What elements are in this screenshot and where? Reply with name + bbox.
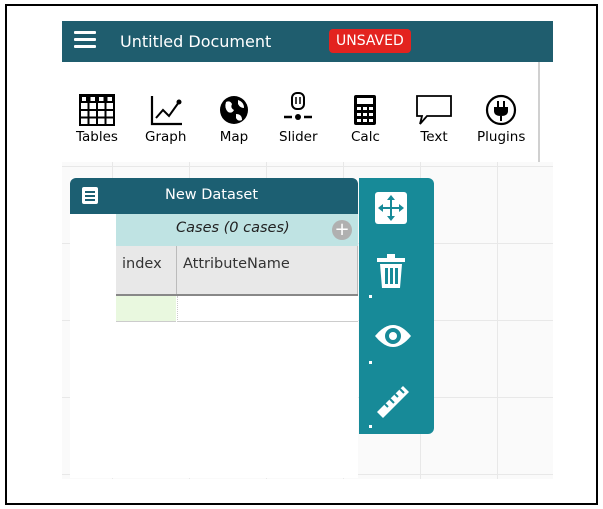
collection-header: Cases (0 cases) + [116,214,358,246]
graph-label: Graph [145,129,187,145]
plugins-button[interactable]: Plugins [477,88,525,145]
hide-show-button[interactable] [359,306,434,368]
add-attribute-icon[interactable]: + [332,220,352,240]
tool-shelf: Tables Graph Map Slider Calc Text Plugin… [62,62,553,162]
case-table-titlebar[interactable]: New Dataset [70,178,358,214]
table-icon [76,88,118,126]
document-title[interactable]: Untitled Document [120,32,271,51]
menu-corner-indicator [369,361,372,364]
eye-icon [375,325,411,347]
slider-button[interactable]: Slider [279,88,318,145]
speech-bubble-icon [415,88,453,126]
case-table[interactable]: New Dataset Cases (0 cases) + index Attr… [70,178,358,478]
plugins-label: Plugins [477,129,526,145]
tables-label: Tables [76,129,118,145]
column-header-attribute[interactable]: AttributeName [177,246,358,294]
globe-icon [218,88,250,126]
graph-icon [145,88,186,126]
attribute-cell[interactable] [177,296,358,322]
map-label: Map [219,129,249,145]
index-cell [116,296,176,322]
menu-corner-indicator [369,425,372,428]
ruler-button[interactable] [359,370,434,432]
trash-icon [377,254,405,288]
inspector-panel [359,178,434,434]
column-header-index[interactable]: index [116,246,177,294]
text-button[interactable]: Text [415,88,453,145]
map-button[interactable]: Map [218,88,250,145]
slider-icon [279,88,318,126]
calc-button[interactable]: Calc [351,88,380,145]
app-titlebar: Untitled Document UNSAVED [62,21,553,62]
text-label: Text [420,129,448,145]
tables-button[interactable]: Tables [76,88,118,145]
calculator-icon [351,88,380,126]
delete-button[interactable] [359,240,434,302]
calc-label: Calc [351,129,380,145]
slider-label: Slider [279,129,318,145]
menu-corner-indicator [369,295,372,298]
move-button[interactable] [359,178,434,240]
unsaved-badge: UNSAVED [329,29,411,53]
plug-icon [477,88,525,126]
hamburger-menu-icon[interactable] [74,31,96,49]
ruler-icon [377,386,409,418]
graph-button[interactable]: Graph [145,88,186,145]
move-icon [375,192,407,224]
cases-count: Cases (0 cases) [176,220,290,236]
table-tile-icon [82,187,98,204]
dataset-title[interactable]: New Dataset [165,187,258,203]
toolbar-divider [538,62,540,162]
table-gutter [70,214,116,478]
